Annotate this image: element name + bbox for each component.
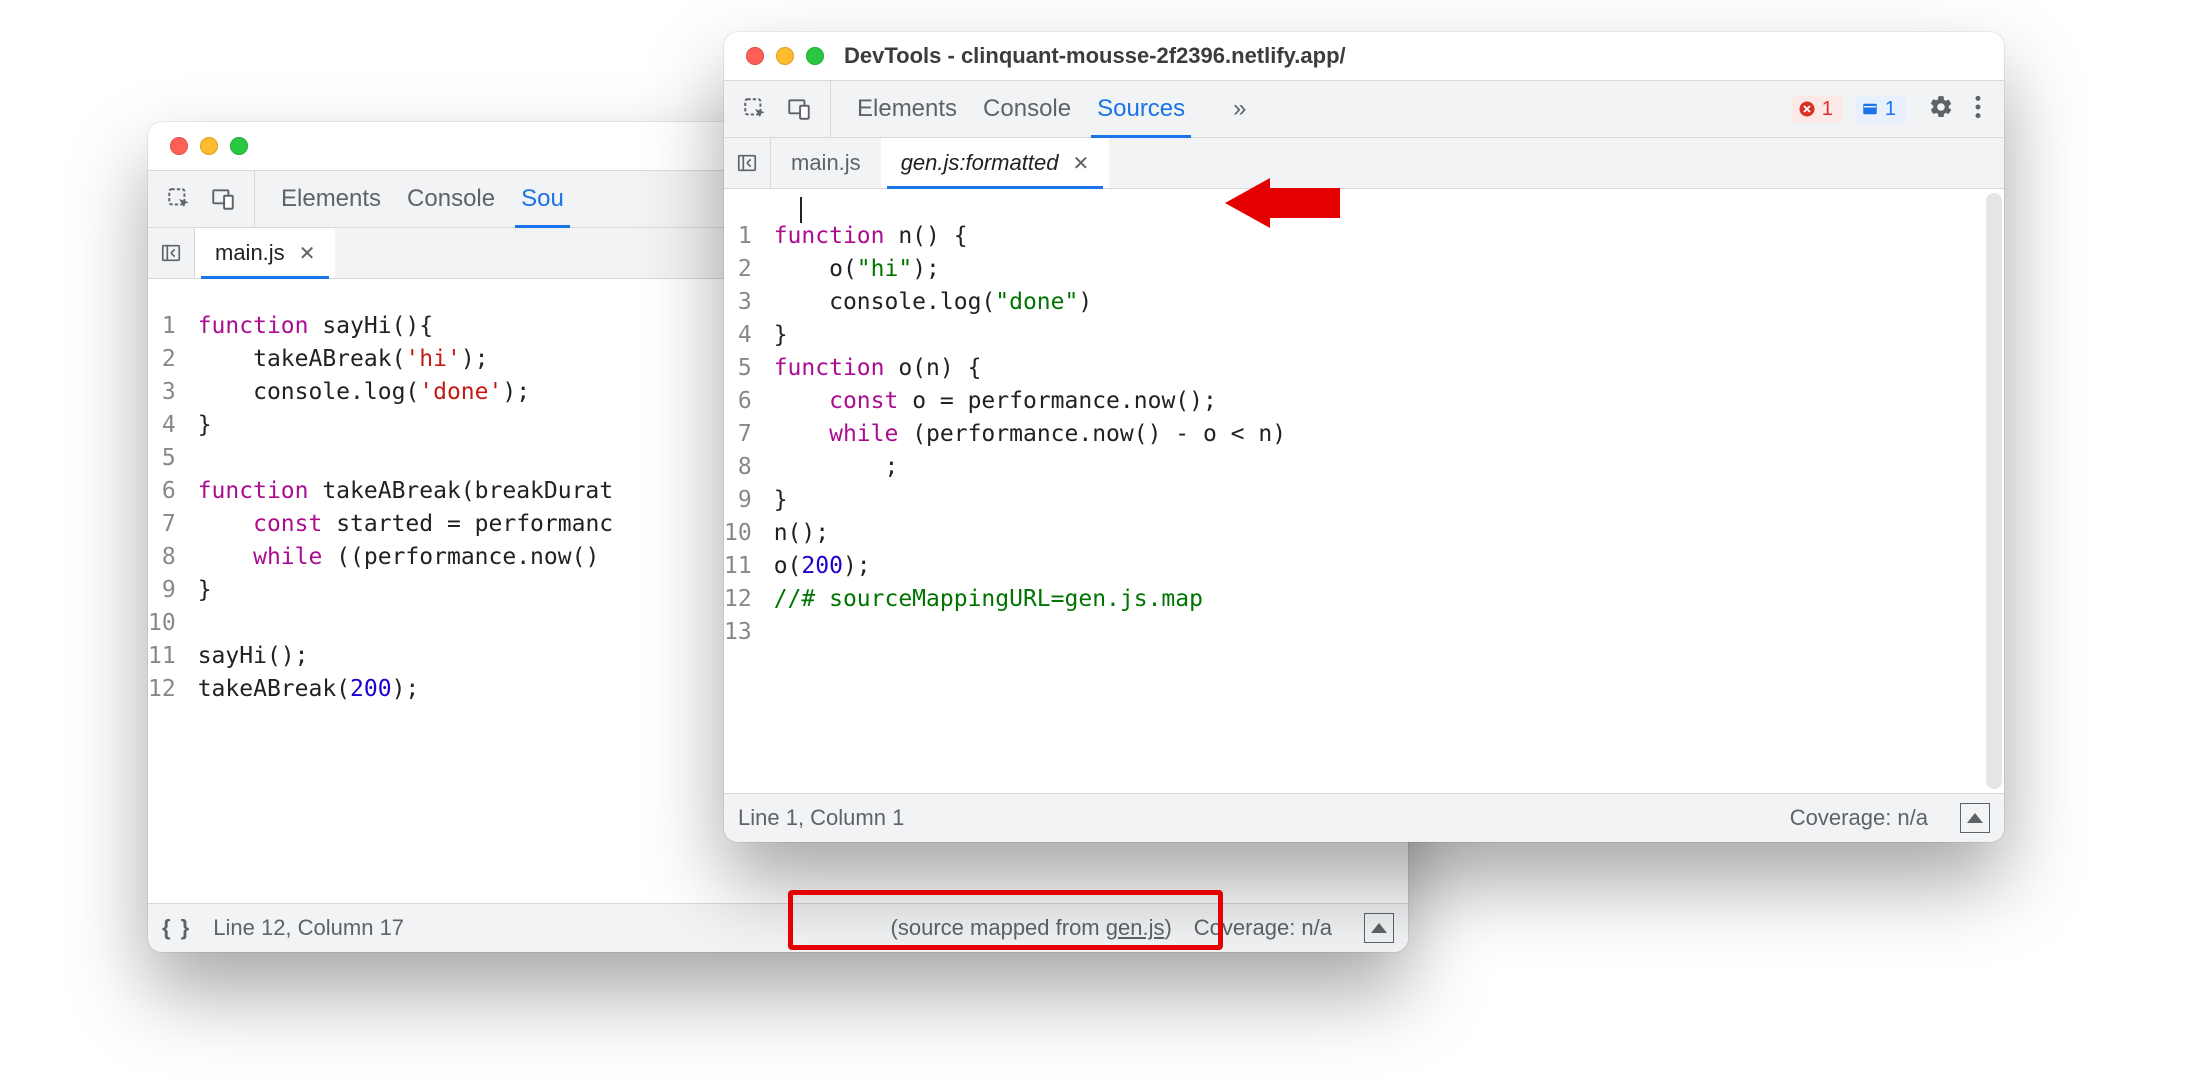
tab-console[interactable]: Console <box>983 81 1071 137</box>
code-content: function n() { o("hi"); console.log("don… <box>764 212 1286 770</box>
maximize-window-icon[interactable] <box>230 137 248 155</box>
title-bar: DevTools - clinquant-mousse-2f2396.netli… <box>724 32 2004 81</box>
more-tabs-icon[interactable]: » <box>1233 95 1246 123</box>
code-editor[interactable]: 1 2 3 4 5 6 7 8 9 10 11 12 13 function n… <box>724 189 2004 793</box>
info-badge[interactable]: 1 <box>1855 96 1906 123</box>
device-toolbar-icon[interactable] <box>786 96 812 122</box>
expand-panel-icon[interactable] <box>1960 803 1990 833</box>
tab-console[interactable]: Console <box>407 171 495 227</box>
file-tab-gen-js-formatted[interactable]: gen.js:formatted ✕ <box>881 138 1110 188</box>
tab-sources[interactable]: Sources <box>1097 81 1185 137</box>
devtools-window-right: DevTools - clinquant-mousse-2f2396.netli… <box>724 32 2004 842</box>
tab-elements[interactable]: Elements <box>857 81 957 137</box>
error-count: 1 <box>1822 98 1833 121</box>
tab-elements[interactable]: Elements <box>281 171 381 227</box>
format-braces-icon[interactable]: { } <box>162 915 191 941</box>
close-icon[interactable]: ✕ <box>1072 151 1089 176</box>
source-mapped-info: (source mapped from gen.js) <box>891 915 1172 941</box>
file-tab-main-js[interactable]: main.js <box>771 138 881 188</box>
minimize-window-icon[interactable] <box>200 137 218 155</box>
annotation-arrow-icon <box>1220 158 1330 238</box>
line-gutter: 1 2 3 4 5 6 7 8 9 10 11 12 13 <box>724 212 764 770</box>
kebab-menu-icon[interactable] <box>1974 94 1982 125</box>
dev-toolbar: Elements Console Sources » 1 1 <box>724 81 2004 138</box>
info-count: 1 <box>1885 98 1896 121</box>
file-tab-main-js[interactable]: main.js ✕ <box>195 228 335 278</box>
file-tab-label: gen.js:formatted <box>901 150 1059 176</box>
vertical-scrollbar[interactable] <box>1986 193 2002 789</box>
status-bar: Line 1, Column 1 Coverage: n/a <box>724 793 2004 842</box>
status-bar: { } Line 12, Column 17 (source mapped fr… <box>148 903 1408 952</box>
close-window-icon[interactable] <box>170 137 188 155</box>
navigator-toggle-icon[interactable] <box>148 228 195 278</box>
source-mapped-suffix: ) <box>1164 915 1171 940</box>
traffic-lights <box>724 47 824 65</box>
device-toolbar-icon[interactable] <box>210 186 236 212</box>
coverage-info: Coverage: n/a <box>1194 915 1332 941</box>
file-tab-label: main.js <box>791 150 861 176</box>
cursor-position: Line 1, Column 1 <box>738 805 904 831</box>
inspect-element-icon[interactable] <box>166 186 192 212</box>
file-tab-strip: main.js gen.js:formatted ✕ <box>724 138 2004 189</box>
minimize-window-icon[interactable] <box>776 47 794 65</box>
traffic-lights <box>148 137 248 155</box>
cursor-position: Line 12, Column 17 <box>213 915 404 941</box>
coverage-info: Coverage: n/a <box>1790 805 1928 831</box>
inspect-element-icon[interactable] <box>742 96 768 122</box>
source-mapped-prefix: (source mapped from <box>891 915 1106 940</box>
text-cursor <box>800 197 802 223</box>
file-tab-label: main.js <box>215 240 285 266</box>
source-mapped-link[interactable]: gen.js <box>1106 915 1165 940</box>
line-gutter: 1 2 3 4 5 6 7 8 9 10 11 12 <box>148 302 188 880</box>
close-window-icon[interactable] <box>746 47 764 65</box>
maximize-window-icon[interactable] <box>806 47 824 65</box>
tab-sources[interactable]: Sou <box>521 171 564 227</box>
close-icon[interactable]: ✕ <box>299 241 316 266</box>
code-content: function sayHi(){ takeABreak('hi'); cons… <box>188 302 613 880</box>
expand-panel-icon[interactable] <box>1364 913 1394 943</box>
error-badge[interactable]: 1 <box>1792 96 1843 123</box>
gear-icon[interactable] <box>1928 94 1954 125</box>
navigator-toggle-icon[interactable] <box>724 138 771 188</box>
window-title: DevTools - clinquant-mousse-2f2396.netli… <box>724 43 2004 69</box>
